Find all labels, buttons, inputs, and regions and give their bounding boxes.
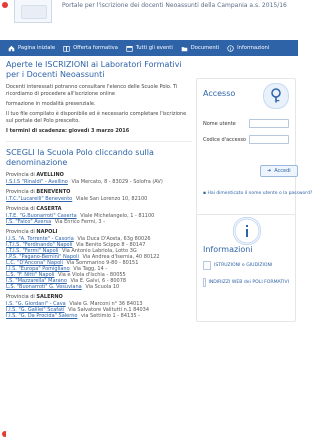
province-caserta: Provincia di CASERTA I.T.E. "G.Buonarrot… xyxy=(6,206,192,225)
login-button-label: Accedi xyxy=(274,168,291,174)
info-item-label: INDIRIZZI WEB dei POLI FORMATIVI xyxy=(208,280,290,285)
home-icon xyxy=(8,45,15,51)
nav-tutti-gli-eventi[interactable]: Tutti gli eventi xyxy=(126,45,173,52)
username-row: Nome utente xyxy=(203,119,289,128)
access-title: Accesso xyxy=(203,89,236,98)
nav-label: Informazioni xyxy=(237,45,270,51)
scuole-polo-title: SCEGLI la Scuola Polo cliccando sulla de… xyxy=(6,148,154,167)
nav-label: Offerta formativa xyxy=(73,45,118,51)
username-label: Nome utente xyxy=(203,120,236,127)
school-address: Via Scuola 10 xyxy=(85,284,120,290)
nav-label: Documenti xyxy=(190,45,220,51)
intro-paragraph-3: Il tuo file compilato è disponibile ed è… xyxy=(6,111,187,124)
main-content: Aperte le ISCRIZIONI ai Laboratori Forma… xyxy=(6,60,192,438)
province-napoli: Provincia di NAPOLI I.I.S. "A. Torrente"… xyxy=(6,229,192,290)
school-address: Viale San Lorenzo 10, 82100 xyxy=(75,196,148,202)
key-icon xyxy=(271,88,281,103)
nav-offerta-formativa[interactable]: Offerta formativa xyxy=(63,45,118,52)
book-icon xyxy=(63,45,70,52)
info-badge-icon xyxy=(234,218,260,244)
divider xyxy=(6,141,192,142)
nav-pagina-iniziale[interactable]: Pagina iniziale xyxy=(8,45,55,52)
province-title: Provincia di AVELLINO xyxy=(6,172,64,178)
school-item: I.S. "Falco" Aversa Via Enrico Fermi, 3 … xyxy=(6,219,192,225)
info-title: Informazioni xyxy=(203,245,253,254)
site-header: Portale per l'iscrizione dei docenti Neo… xyxy=(0,0,298,40)
school-item: I.S.I.S "Rinaldi" - Avellino Via Mercato… xyxy=(6,179,192,185)
province-avellino: Provincia di AVELLINO I.S.I.S "Rinaldi" … xyxy=(6,172,192,185)
province-benevento: Provincia di BENEVENTO I.T.C."Lucarelli"… xyxy=(6,189,192,202)
school-link[interactable]: I.S.I.S "Rinaldi" - Avellino xyxy=(6,179,68,185)
intro-paragraph-1: Docenti interessati potranno consultare … xyxy=(6,84,178,97)
school-link[interactable]: I.I.S. "G. Da Procida" Salerno xyxy=(6,313,77,319)
main-headline: Aperte le ISCRIZIONI ai Laboratori Forma… xyxy=(6,60,182,79)
province-salerno: Provincia di SALERNO I.S. "G. Giordani" … xyxy=(6,294,192,319)
recover-link[interactable]: Hai dimenticato il nome utente o la pass… xyxy=(208,191,313,196)
password-input[interactable] xyxy=(249,135,289,144)
info-item[interactable]: INDIRIZZI WEB dei POLI FORMATIVI xyxy=(203,278,289,287)
school-item: L.S. "Buonarroti" G. Vesuviana Via Scuol… xyxy=(6,284,192,290)
main-navbar: Pagina iniziale Offerta formativa Tutti … xyxy=(0,40,298,56)
bullet-icon: ▪ xyxy=(203,191,207,196)
key-badge xyxy=(263,83,289,109)
password-row: Codice d'accesso xyxy=(203,135,289,144)
intro-paragraph-2: formazione in modalità presenziale. xyxy=(6,101,96,107)
province-title: Provincia di NAPOLI xyxy=(6,229,58,235)
nav-documenti[interactable]: Documenti xyxy=(181,45,219,52)
school-address: Via Enrico Fermi, 3 - xyxy=(54,219,105,225)
calendar-icon xyxy=(126,45,133,52)
red-marker-top xyxy=(2,2,8,8)
login-button[interactable]: ➜ Accedi xyxy=(260,165,298,177)
school-link[interactable]: I.T.C."Lucarelli" Benevento xyxy=(6,196,72,202)
username-input[interactable] xyxy=(249,119,289,128)
deadline-line: I termini di scadenza: giovedì 3 marzo 2… xyxy=(6,128,192,135)
province-title: Provincia di BENEVENTO xyxy=(6,189,71,195)
password-label: Codice d'accesso xyxy=(203,136,246,143)
school-item: I.T.C."Lucarelli" Benevento Viale San Lo… xyxy=(6,196,192,202)
document-icon xyxy=(203,278,206,287)
school-link[interactable]: L.S. "Buonarroti" G. Vesuviana xyxy=(6,284,82,290)
nav-label: Pagina iniziale xyxy=(18,45,56,51)
info-list: ISTRUZIONI e GIUDIZIONI INDIRIZZI WEB de… xyxy=(203,261,289,295)
portal-title: Portale per l'iscrizione dei docenti Neo… xyxy=(62,2,287,9)
nav-informazioni[interactable]: Informazioni xyxy=(227,44,270,52)
school-address: Via Mercato, 8 - 83029 - Solofra (AV) xyxy=(71,179,163,185)
info-icon xyxy=(227,44,234,52)
info-box: Informazioni ISTRUZIONI e GIUDIZIONI IND… xyxy=(196,214,296,322)
nav-label: Tutti gli eventi xyxy=(135,45,173,51)
province-title: Provincia di CASERTA xyxy=(6,206,62,212)
portal-logo xyxy=(14,0,52,23)
info-item-label: ISTRUZIONI e GIUDIZIONI xyxy=(214,263,273,268)
deadline-value: giovedì 3 marzo 2016 xyxy=(68,128,130,134)
login-arrow-icon: ➜ xyxy=(267,168,272,174)
access-box: Accesso Nome utente Codice d'accesso ➜ A… xyxy=(196,78,312,220)
info-item[interactable]: ISTRUZIONI e GIUDIZIONI xyxy=(203,261,289,270)
document-icon xyxy=(203,261,211,270)
folder-icon xyxy=(181,46,188,51)
recover-link-row: ▪ Hai dimenticato il nome utente o la pa… xyxy=(203,191,312,196)
province-title: Provincia di SALERNO xyxy=(6,294,63,300)
school-link[interactable]: I.S. "Falco" Aversa xyxy=(6,219,51,225)
school-item: I.I.S. "G. Da Procida" Salerno via Setti… xyxy=(6,313,192,319)
deadline-prefix: I termini di scadenza: xyxy=(6,128,67,134)
info-badge xyxy=(233,217,261,245)
school-address: via Settimio 1 - 84135 - xyxy=(81,313,140,319)
